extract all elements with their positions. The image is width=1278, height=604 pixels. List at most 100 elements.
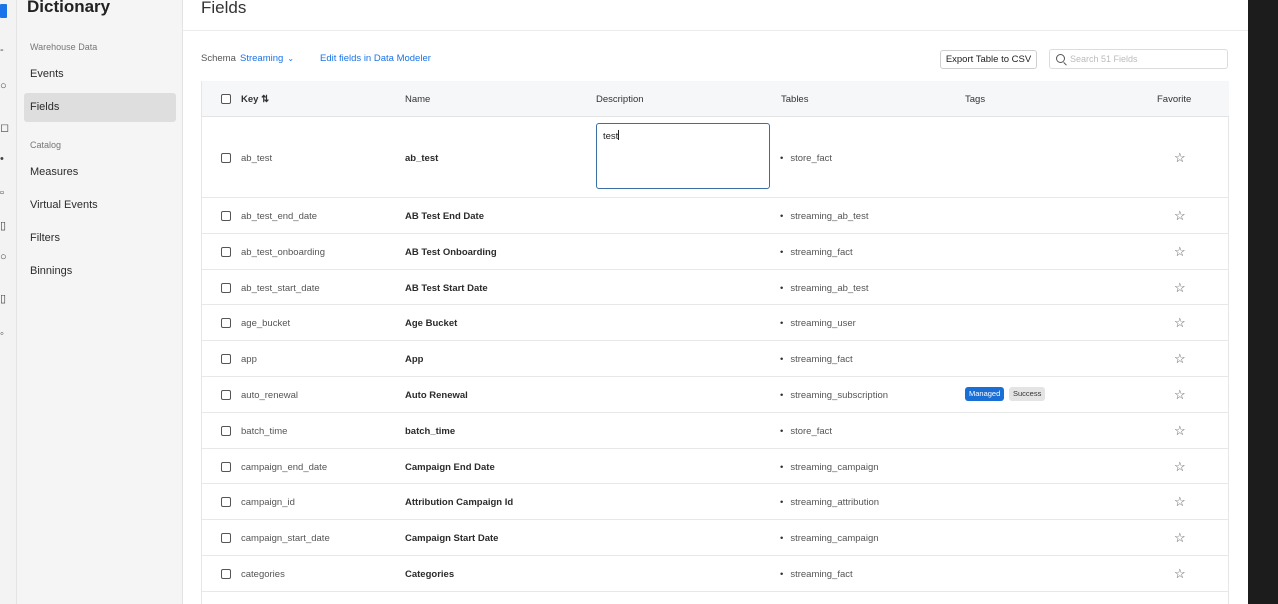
table-row[interactable]: ab_test_start_date AB Test Start Date st… (202, 270, 1229, 305)
row-key: ab_test_start_date (241, 283, 320, 294)
page-title: Fields (201, 0, 247, 17)
row-checkbox[interactable] (221, 533, 231, 543)
row-table: streaming_user (780, 318, 855, 329)
row-name: Auto Renewal (405, 390, 468, 401)
star-outline-icon[interactable]: ☆ (1174, 460, 1186, 473)
edit-fields-link[interactable]: Edit fields in Data Modeler (320, 53, 431, 64)
star-outline-icon[interactable]: ☆ (1174, 245, 1186, 258)
row-checkbox[interactable] (221, 318, 231, 328)
export-csv-button[interactable]: Export Table to CSV (940, 50, 1037, 69)
row-table: streaming_fact (780, 354, 852, 365)
nav-search-icon[interactable]: ○ (0, 80, 8, 92)
column-header-key[interactable]: Key ⇅ (241, 94, 269, 105)
star-outline-icon[interactable]: ☆ (1174, 352, 1186, 365)
row-table: streaming_ab_test (780, 283, 868, 294)
row-checkbox[interactable] (221, 153, 231, 163)
search-icon (1056, 54, 1065, 63)
table-row[interactable]: campaign_end_date Campaign End Date stre… (202, 449, 1229, 484)
nav-find-icon[interactable]: ○ (0, 251, 8, 263)
sidebar-item-virtual-events[interactable]: Virtual Events (24, 191, 176, 220)
row-name: Campaign Start Date (405, 533, 499, 544)
table-row[interactable]: ab_test ab_test test store_fact ☆ (202, 117, 1229, 198)
row-table: streaming_campaign (780, 533, 878, 544)
app-window: - ○ ◻ • ▫ ▯ ○ ▯ ◦ Dictionary Warehouse D… (0, 0, 1248, 604)
table-row[interactable]: campaign_id Attribution Campaign Id stre… (202, 484, 1229, 520)
row-checkbox[interactable] (221, 462, 231, 472)
schema-select[interactable]: Streaming ⌄ (240, 53, 294, 64)
row-name: AB Test Onboarding (405, 247, 497, 258)
row-name: Age Bucket (405, 318, 458, 329)
dictionary-sidebar: Dictionary Warehouse Data Events Fields … (17, 0, 183, 604)
table-row[interactable]: batch_time batch_time store_fact ☆ (202, 413, 1229, 449)
row-name: Categories (405, 569, 455, 580)
star-outline-icon[interactable]: ☆ (1174, 531, 1186, 544)
star-outline-icon[interactable]: ☆ (1174, 388, 1186, 401)
star-outline-icon[interactable]: ☆ (1174, 151, 1186, 164)
table-row[interactable]: categories Categories streaming_fact ☆ (202, 556, 1229, 592)
select-all-checkbox[interactable] (221, 94, 231, 104)
tag-success[interactable]: Success (1009, 387, 1046, 401)
table-row[interactable]: ab_test_onboarding AB Test Onboarding st… (202, 234, 1229, 270)
row-name: Campaign End Date (405, 462, 495, 473)
sidebar-item-fields[interactable]: Fields (24, 93, 176, 122)
main-content: Fields Schema Streaming ⌄ Edit fields in … (183, 0, 1248, 604)
icon-rail: - ○ ◻ • ▫ ▯ ○ ▯ ◦ (0, 0, 17, 604)
row-checkbox[interactable] (221, 247, 231, 257)
row-key: campaign_end_date (241, 462, 328, 473)
row-name: ab_test (405, 153, 439, 164)
table-header: Key ⇅ Name Description Tables Tags Favor… (202, 81, 1229, 117)
header-divider (183, 30, 1248, 31)
row-key: batch_time (241, 426, 288, 437)
star-outline-icon[interactable]: ☆ (1174, 495, 1186, 508)
window-edge (1248, 0, 1278, 604)
search-input[interactable] (1070, 52, 1220, 66)
nav-home-icon[interactable]: ◻ (0, 122, 9, 134)
table-row[interactable]: auto_renewal Auto Renewal streaming_subs… (202, 377, 1229, 413)
schema-value: Streaming (240, 53, 284, 64)
sidebar-item-measures[interactable]: Measures (24, 158, 176, 187)
row-table: store_fact (780, 426, 832, 437)
table-row[interactable]: age_bucket Age Bucket streaming_user ☆ (202, 305, 1229, 341)
sort-icon[interactable]: ⇅ (261, 94, 269, 105)
column-header-tables: Tables (781, 94, 809, 105)
schema-label: Schema (201, 53, 236, 64)
row-name: Attribution Campaign Id (405, 497, 514, 508)
search-field[interactable] (1049, 49, 1228, 69)
nav-dot-icon[interactable]: • (0, 153, 8, 165)
sidebar-item-events[interactable]: Events (24, 60, 176, 89)
table-row[interactable]: campaign_start_date Campaign Start Date … (202, 520, 1229, 556)
row-checkbox[interactable] (221, 390, 231, 400)
table-row[interactable]: ab_test_end_date AB Test End Date stream… (202, 198, 1229, 234)
row-table: streaming_campaign (780, 462, 878, 473)
row-checkbox[interactable] (221, 283, 231, 293)
nav-grid-icon[interactable]: ▫ (0, 187, 8, 199)
chevron-down-icon: ⌄ (287, 54, 295, 63)
star-outline-icon[interactable]: ☆ (1174, 567, 1186, 580)
sidebar-item-filters[interactable]: Filters (24, 224, 176, 253)
column-header-favorite: Favorite (1157, 94, 1192, 105)
description-input[interactable]: test (596, 123, 770, 189)
row-table: store_fact (780, 153, 832, 164)
nav-dictionary-icon[interactable]: ▯ (0, 293, 8, 305)
sidebar-item-binnings[interactable]: Binnings (24, 257, 176, 286)
row-key: ab_test (241, 153, 273, 164)
table-row[interactable]: app App streaming_fact ☆ (202, 341, 1229, 377)
row-checkbox[interactable] (221, 211, 231, 221)
row-checkbox[interactable] (221, 569, 231, 579)
row-checkbox[interactable] (221, 426, 231, 436)
row-checkbox[interactable] (221, 354, 231, 364)
star-outline-icon[interactable]: ☆ (1174, 281, 1186, 294)
column-header-name: Name (405, 94, 431, 105)
text-caret (618, 130, 620, 140)
star-outline-icon[interactable]: ☆ (1174, 209, 1186, 222)
row-table: streaming_attribution (780, 497, 879, 508)
row-checkbox[interactable] (221, 497, 231, 507)
star-outline-icon[interactable]: ☆ (1174, 424, 1186, 437)
nav-settings-icon[interactable]: ◦ (0, 328, 8, 340)
star-outline-icon[interactable]: ☆ (1174, 316, 1186, 329)
nav-doc-icon[interactable]: ▯ (0, 220, 8, 232)
row-key: ab_test_end_date (241, 211, 318, 222)
nav-dash-icon[interactable]: - (0, 44, 8, 56)
app-logo-icon[interactable] (0, 4, 7, 18)
tag-managed[interactable]: Managed (965, 387, 1005, 401)
